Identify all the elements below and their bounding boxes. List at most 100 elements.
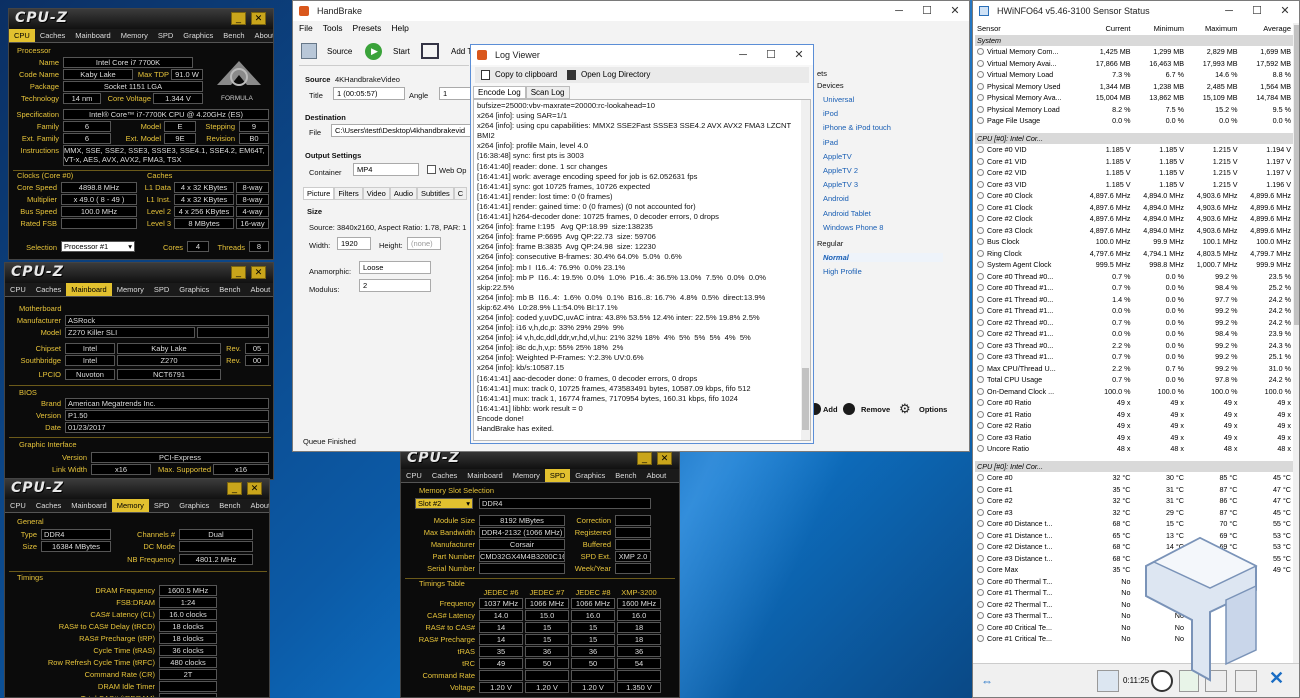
preset-item[interactable]: AppleTV xyxy=(823,152,852,161)
tab-cpu[interactable]: CPU xyxy=(5,499,31,512)
log-text-area[interactable]: bufsize=25000:vbv-maxrate=20000:rc-looka… xyxy=(473,99,811,441)
tab-mainboard[interactable]: Mainboard xyxy=(70,29,115,42)
maximize-button[interactable]: ☐ xyxy=(757,45,785,65)
tab-cpu[interactable]: CPU xyxy=(5,283,31,296)
tab-spd[interactable]: SPD xyxy=(153,29,178,42)
sensor-row[interactable]: Core #2 32 °C 31 °C 86 °C 47 °C xyxy=(975,495,1293,507)
cpuz-title-bar[interactable]: CPU-Z _ ✕ xyxy=(5,263,273,283)
sensor-row[interactable]: Core #3 Thread #1... 0.7 % 0.0 % 99.2 % 25.1… xyxy=(975,351,1293,363)
tab-graphics[interactable]: Graphics xyxy=(174,283,214,296)
tab-video[interactable]: Video xyxy=(362,187,390,200)
minimize-button[interactable]: _ xyxy=(227,482,242,495)
close-button[interactable]: ✕ xyxy=(251,12,266,25)
tab-about[interactable]: About xyxy=(250,29,273,42)
sensor-row[interactable]: Core #3 Thread #0... 2.2 % 0.0 % 99.2 % 24.3… xyxy=(975,340,1293,352)
tab-mainboard[interactable]: Mainboard xyxy=(66,499,111,512)
scrollbar-thumb[interactable] xyxy=(1294,25,1299,325)
tab-memory[interactable]: Memory xyxy=(111,499,149,512)
height-input[interactable]: (none) xyxy=(407,237,441,250)
sensor-row[interactable]: Core #1 35 °C 31 °C 87 °C 47 °C xyxy=(975,484,1293,496)
remove-preset-button[interactable]: Remove xyxy=(861,405,890,414)
menu-item-file[interactable]: File xyxy=(299,23,313,33)
tab-about[interactable]: About xyxy=(246,283,273,296)
copy-to-clipboard-button[interactable]: Copy to clipboard xyxy=(495,70,557,79)
sensor-row[interactable]: Uncore Ratio 48 x 48 x 48 x 48 x xyxy=(975,443,1293,455)
tab-caches[interactable]: Caches xyxy=(31,283,66,296)
column-header-maximum[interactable]: Maximum xyxy=(1186,23,1240,35)
cpuz-title-bar[interactable]: CPU-Z _ ✕ xyxy=(5,479,269,499)
tab-encode-log[interactable]: Encode Log xyxy=(473,86,526,99)
close-button[interactable]: ✕ xyxy=(1271,1,1299,21)
processor-select[interactable]: Processor #1 ▾ xyxy=(61,241,135,252)
sensor-row[interactable]: Core #1 Ratio 49 x 49 x 49 x 49 x xyxy=(975,409,1293,421)
maximize-button[interactable]: ☐ xyxy=(913,1,941,21)
slot-select[interactable]: Slot #2 ▾ xyxy=(415,498,473,509)
destination-file-input[interactable]: C:\Users\testt\Desktop\4khandbrakevid xyxy=(331,124,471,137)
log-viewer-title-bar[interactable]: Log Viewer ─ ☐ ✕ xyxy=(471,45,813,65)
sensor-row[interactable]: Ring Clock 4,797.6 MHz 4,794.1 MHz 4,803.5 … xyxy=(975,248,1293,260)
width-input[interactable]: 1920 xyxy=(337,237,371,250)
minimize-button[interactable]: ─ xyxy=(729,45,757,65)
container-select[interactable]: MP4 xyxy=(353,163,419,176)
minimize-button[interactable]: _ xyxy=(231,266,246,279)
tab-audio[interactable]: Audio xyxy=(389,187,417,200)
sensor-row[interactable]: Virtual Memory Com... 1,425 MB 1,299 MB 2,8… xyxy=(975,46,1293,58)
options-button[interactable]: Options xyxy=(919,405,947,414)
preset-item[interactable]: iPod xyxy=(823,109,838,118)
sensor-row[interactable]: Core #2 VID 1.185 V 1.185 V 1.215 V 1.197 V xyxy=(975,167,1293,179)
tab-filters[interactable]: Filters xyxy=(334,187,363,200)
presets-devices-group[interactable]: Devices xyxy=(817,81,844,90)
sensor-row[interactable]: Core #1 VID 1.185 V 1.185 V 1.215 V 1.197 V xyxy=(975,156,1293,168)
sensor-group-row[interactable]: CPU [#0]: Intel Cor... xyxy=(975,460,1293,472)
sensor-scrollbar[interactable] xyxy=(1293,23,1299,663)
tab-memory[interactable]: Memory xyxy=(112,283,149,296)
sensor-row[interactable]: Core #3 Ratio 49 x 49 x 49 x 49 x xyxy=(975,432,1293,444)
sensor-row[interactable]: Core #1 Thread #1... 0.0 % 0.0 % 99.2 % 24.2… xyxy=(975,305,1293,317)
sensor-row[interactable]: Total CPU Usage 0.7 % 0.0 % 97.8 % 24.2 % xyxy=(975,374,1293,386)
minimize-button[interactable]: _ xyxy=(231,12,246,25)
source-button[interactable]: Source xyxy=(327,47,352,56)
sensor-row[interactable]: Core #0 Distance t... 68 °C 15 °C 70 °C 55 °… xyxy=(975,518,1293,530)
tab-bench[interactable]: Bench xyxy=(610,469,641,482)
tab-bench[interactable]: Bench xyxy=(214,499,245,512)
sensor-row[interactable]: Max CPU/Thread U... 2.2 % 0.7 % 99.2 % 31.0 … xyxy=(975,363,1293,375)
scrollbar-thumb[interactable] xyxy=(802,368,809,430)
sensor-row[interactable]: Core #2 Clock 4,897.6 MHz 4,894.0 MHz 4,903… xyxy=(975,213,1293,225)
sensor-row[interactable]: Core #0 VID 1.185 V 1.185 V 1.215 V 1.194 V xyxy=(975,144,1293,156)
log-scrollbar[interactable] xyxy=(801,100,810,440)
sensor-row[interactable]: Virtual Memory Load 7.3 % 6.7 % 14.6 % 8.8 % xyxy=(975,69,1293,81)
hwinfo-title-bar[interactable]: HWiNFO64 v5.46-3100 Sensor Status ─ ☐ ✕ xyxy=(973,1,1299,21)
preset-item[interactable]: iPhone & iPod touch xyxy=(823,123,891,132)
handbrake-title-bar[interactable]: HandBrake ─ ☐ ✕ xyxy=(293,1,969,21)
sensor-group-row[interactable]: CPU [#0]: Intel Cor... xyxy=(975,132,1293,144)
preset-item[interactable]: AppleTV 3 xyxy=(823,180,858,189)
sensor-row[interactable]: Core #3 VID 1.185 V 1.185 V 1.215 V 1.196 V xyxy=(975,179,1293,191)
column-header-average[interactable]: Average xyxy=(1239,23,1293,35)
preset-item[interactable]: Universal xyxy=(823,95,854,104)
sensor-row[interactable]: Core #2 Thread #0... 0.7 % 0.0 % 99.2 % 24.2… xyxy=(975,317,1293,329)
tab-spd[interactable]: SPD xyxy=(544,469,571,482)
anamorphic-select[interactable]: Loose xyxy=(359,261,431,274)
preset-item[interactable]: Android xyxy=(823,194,849,203)
sensor-row[interactable]: Core #3 Clock 4,897.6 MHz 4,894.0 MHz 4,903… xyxy=(975,225,1293,237)
tab-cpu[interactable]: CPU xyxy=(9,29,35,42)
sensor-row[interactable]: Core #2 Ratio 49 x 49 x 49 x 49 x xyxy=(975,420,1293,432)
menu-item-presets[interactable]: Presets xyxy=(353,23,382,33)
minimize-button[interactable]: ─ xyxy=(1215,1,1243,21)
sensor-row[interactable]: Core #0 Clock 4,897.6 MHz 4,894.0 MHz 4,903… xyxy=(975,190,1293,202)
close-button[interactable]: ✕ xyxy=(251,266,266,279)
close-button[interactable]: ✕ xyxy=(247,482,262,495)
sensor-row[interactable]: Physical Memory Used 1,344 MB 1,238 MB 2,48… xyxy=(975,81,1293,93)
arrows-left-right-icon[interactable]: ⇔ xyxy=(981,674,993,688)
tab-picture[interactable]: Picture xyxy=(303,187,335,200)
close-button[interactable]: ✕ xyxy=(785,45,813,65)
sensor-row[interactable]: Physical Memory Ava... 15,004 MB 13,862 MB… xyxy=(975,92,1293,104)
tab-graphics[interactable]: Graphics xyxy=(174,499,214,512)
tab-about[interactable]: About xyxy=(246,499,269,512)
tab-mainboard[interactable]: Mainboard xyxy=(66,283,112,296)
close-button[interactable]: ✕ xyxy=(657,452,672,465)
column-header-sensor[interactable]: Sensor xyxy=(975,23,1079,35)
close-sensors-icon[interactable]: ✕ xyxy=(1269,668,1284,689)
tab-bench[interactable]: Bench xyxy=(218,29,249,42)
tab-cpu[interactable]: CPU xyxy=(401,469,427,482)
